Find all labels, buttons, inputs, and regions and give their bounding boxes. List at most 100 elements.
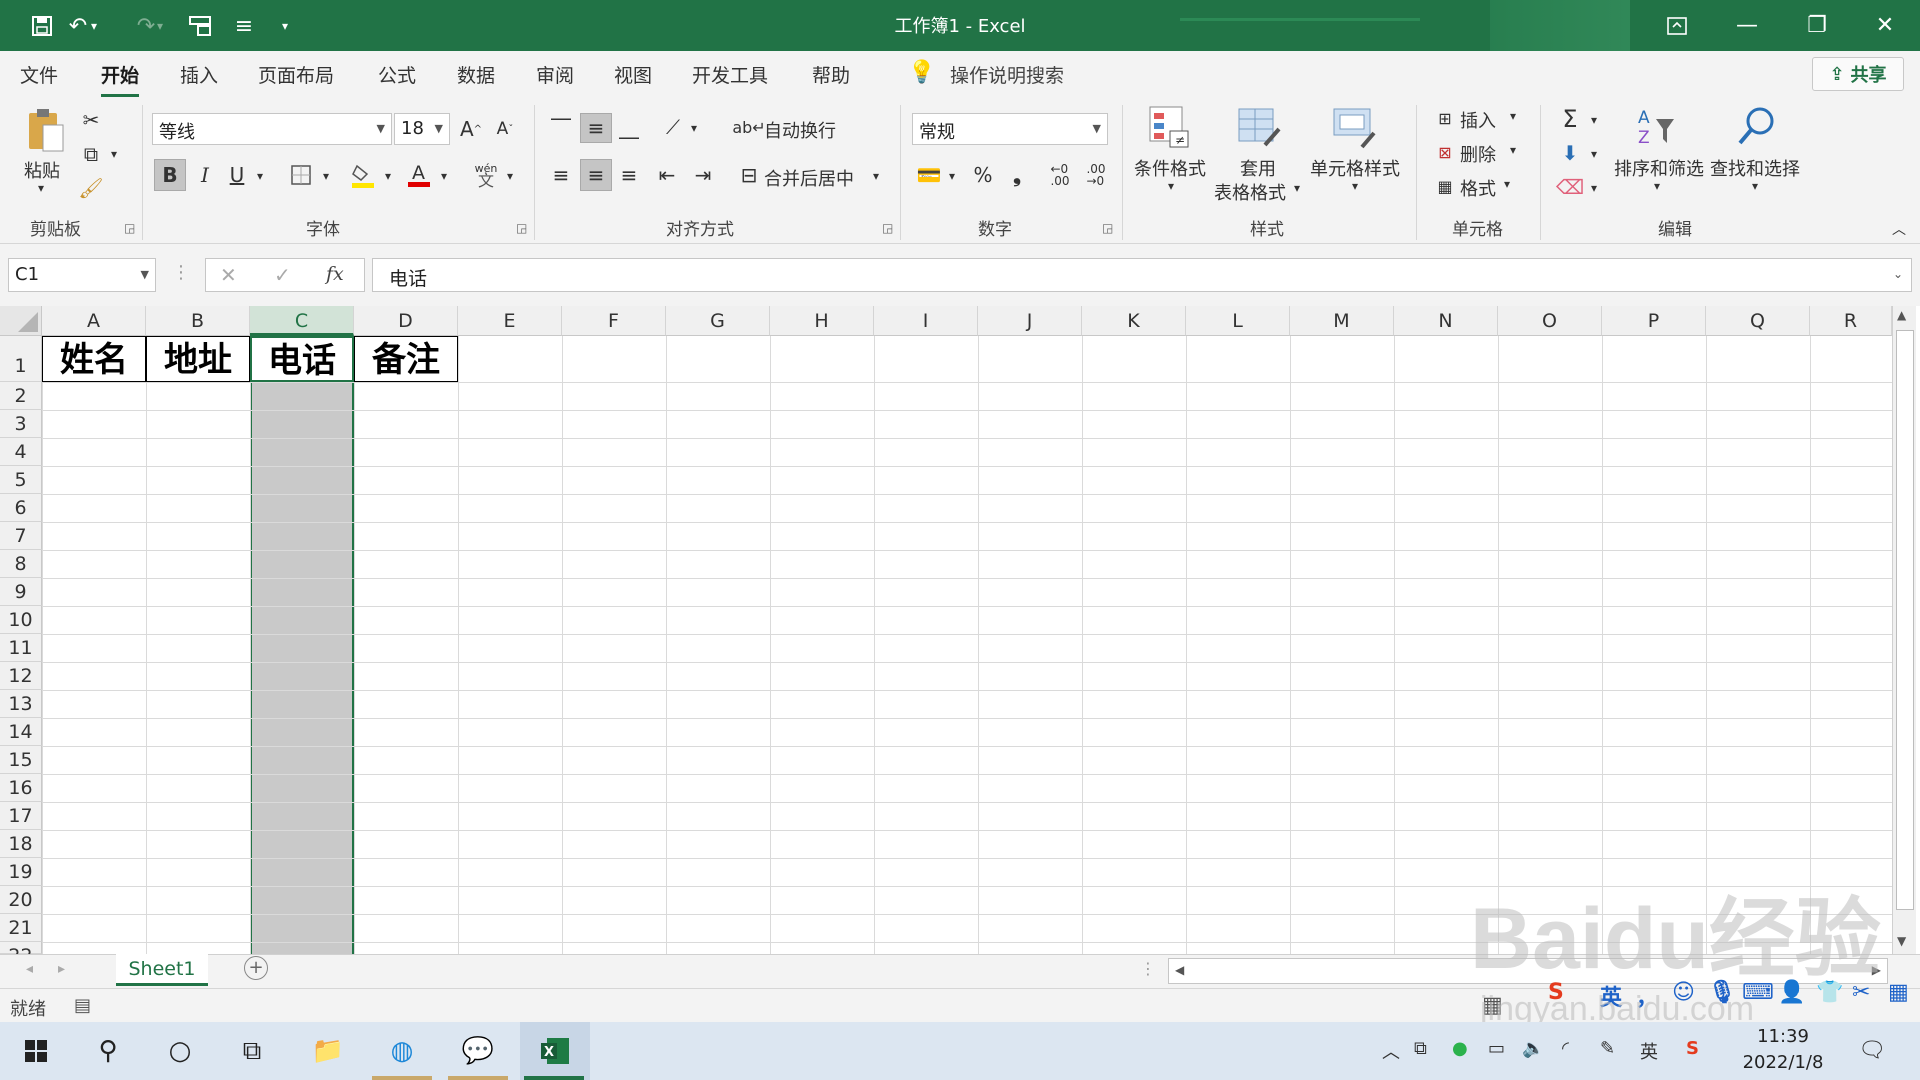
clock[interactable]: 11:39 2022/1/8 [1738, 1024, 1828, 1076]
vertical-scroll-thumb[interactable] [1896, 330, 1914, 910]
volume-icon[interactable]: 🔈 [1522, 1038, 1544, 1059]
format-as-table-line2[interactable]: 表格格式 [1214, 179, 1286, 205]
insert-function-button[interactable]: fx [326, 263, 344, 285]
phonetic-dropdown-icon[interactable]: ▾ [502, 163, 518, 189]
search-icon[interactable]: ⚲ [76, 1022, 140, 1080]
number-launcher-icon[interactable]: ◲ [1102, 221, 1113, 235]
decrease-font-size-icon[interactable]: Aˇ [490, 113, 520, 145]
row-header-8[interactable]: 8 [0, 550, 42, 578]
column-header-h[interactable]: H [770, 306, 874, 336]
column-header-k[interactable]: K [1082, 306, 1186, 336]
bottom-align-icon[interactable]: ⎽ [614, 113, 644, 141]
prev-sheet-icon[interactable]: ◂ [26, 961, 33, 977]
row-header-10[interactable]: 10 [0, 606, 42, 634]
row-header-17[interactable]: 17 [0, 802, 42, 830]
ribbon-display-options-icon[interactable] [1642, 0, 1712, 51]
comma-style-button[interactable]: ❟ [1002, 161, 1032, 189]
font-color-icon[interactable]: A [404, 159, 434, 191]
borders-dropdown-icon[interactable]: ▾ [318, 163, 334, 189]
cancel-entry-icon[interactable]: ✕ [220, 263, 237, 287]
scroll-up-icon[interactable]: ▲ [1897, 308, 1906, 322]
tab-data[interactable]: 数据 [457, 61, 495, 88]
wrap-text-button[interactable]: 自动换行 [764, 117, 836, 143]
file-explorer-icon[interactable]: 📁 [296, 1022, 360, 1080]
find-select-button[interactable]: 查找和选择 [1710, 155, 1800, 181]
select-all-button[interactable] [0, 306, 42, 336]
share-button[interactable]: ⇪ 共享 [1812, 57, 1904, 91]
format-dropdown-icon[interactable]: ▾ [1504, 177, 1510, 191]
row-header-6[interactable]: 6 [0, 494, 42, 522]
increase-font-size-icon[interactable]: A ^ [456, 113, 486, 145]
task-view-icon[interactable]: ⧉ [220, 1022, 284, 1080]
font-name-combo[interactable]: 等线 ▼ [152, 113, 392, 145]
row-header-15[interactable]: 15 [0, 746, 42, 774]
row-header-22[interactable]: 22 [0, 942, 42, 954]
next-sheet-icon[interactable]: ▸ [58, 961, 65, 977]
column-header-i[interactable]: I [874, 306, 978, 336]
wifi-icon[interactable]: ◜ [1562, 1038, 1569, 1059]
cut-icon[interactable]: ✂ [76, 105, 106, 135]
paste-icon[interactable] [22, 105, 68, 157]
font-color-dropdown-icon[interactable]: ▾ [436, 163, 452, 189]
tab-page-layout[interactable]: 页面布局 [258, 61, 334, 88]
borders-icon[interactable] [286, 159, 316, 191]
column-header-p[interactable]: P [1602, 306, 1706, 336]
accessibility-icon[interactable]: ▤ [74, 995, 91, 1016]
clear-dropdown-icon[interactable]: ▾ [1586, 177, 1602, 199]
minimize-icon[interactable]: — [1712, 0, 1782, 51]
tray-language[interactable]: 英 [1640, 1038, 1658, 1064]
show-hidden-icons-icon[interactable]: ︿ [1382, 1038, 1400, 1064]
conditional-dropdown-icon[interactable]: ▾ [1168, 179, 1174, 193]
align-right-icon[interactable]: ≡ [614, 161, 644, 189]
number-format-combo[interactable]: 常规 ▼ [912, 113, 1108, 145]
tab-view[interactable]: 视图 [614, 61, 652, 88]
name-box[interactable]: C1 ▼ [8, 258, 156, 292]
underline-button[interactable]: U [222, 159, 252, 191]
vertical-scrollbar[interactable]: ▲ ▼ [1892, 306, 1916, 954]
tray-sogou-icon[interactable]: S [1686, 1038, 1699, 1059]
row-header-18[interactable]: 18 [0, 830, 42, 858]
font-size-combo[interactable]: 18 ▼ [394, 113, 450, 145]
tab-insert[interactable]: 插入 [180, 61, 218, 88]
format-cells-icon[interactable]: ▦ [1432, 173, 1458, 199]
tray-wechat-icon[interactable]: ● [1452, 1038, 1468, 1059]
cell-styles-button[interactable]: 单元格样式 [1310, 155, 1400, 181]
tab-help[interactable]: 帮助 [812, 61, 850, 88]
accounting-format-icon[interactable]: 💳 [914, 161, 944, 189]
column-header-a[interactable]: A [42, 306, 146, 336]
delete-cells-button[interactable]: 删除 [1460, 141, 1496, 167]
bold-button[interactable]: B [154, 159, 186, 191]
row-header-12[interactable]: 12 [0, 662, 42, 690]
accounting-dropdown-icon[interactable]: ▾ [944, 163, 960, 189]
merge-center-button[interactable]: 合并后居中 [764, 165, 854, 191]
row-header-1[interactable]: 1 [0, 336, 42, 382]
cell-styles-dropdown-icon[interactable]: ▾ [1352, 179, 1358, 193]
column-header-l[interactable]: L [1186, 306, 1290, 336]
cell-c1[interactable]: 电话 [250, 336, 354, 382]
copy-dropdown-icon[interactable]: ▾ [106, 141, 122, 167]
notifications-icon[interactable]: 🗨 [1858, 1038, 1886, 1063]
column-header-d[interactable]: D [354, 306, 458, 336]
align-center-icon[interactable]: ≡ [580, 159, 612, 191]
menu-grid-icon[interactable]: ▦ [1888, 980, 1909, 1005]
formula-bar-handle-icon[interactable]: ⋮ [172, 262, 190, 283]
format-as-table-dropdown-icon[interactable]: ▾ [1294, 181, 1300, 195]
fill-color-dropdown-icon[interactable]: ▾ [380, 163, 396, 189]
windows-start-icon[interactable] [4, 1022, 68, 1080]
merge-center-icon[interactable]: ⊟ [736, 161, 762, 189]
fill-color-icon[interactable] [348, 159, 378, 191]
tab-home[interactable]: 开始 [101, 61, 140, 97]
column-header-n[interactable]: N [1394, 306, 1498, 336]
fill-dropdown-icon[interactable]: ▾ [1586, 143, 1602, 165]
confirm-entry-icon[interactable]: ✓ [274, 263, 291, 287]
scroll-left-icon[interactable]: ◀ [1175, 963, 1184, 977]
merge-dropdown-icon[interactable]: ▾ [868, 163, 884, 189]
sort-filter-button[interactable]: 排序和筛选 [1614, 155, 1704, 181]
find-select-icon[interactable] [1732, 103, 1780, 151]
autosum-icon[interactable]: Σ [1556, 105, 1584, 133]
conditional-formatting-button[interactable]: 条件格式 [1134, 155, 1206, 181]
find-select-dropdown-icon[interactable]: ▾ [1752, 179, 1758, 193]
sort-filter-dropdown-icon[interactable]: ▾ [1654, 179, 1660, 193]
top-align-icon[interactable]: ⎺ [546, 113, 576, 141]
row-header-2[interactable]: 2 [0, 382, 42, 410]
